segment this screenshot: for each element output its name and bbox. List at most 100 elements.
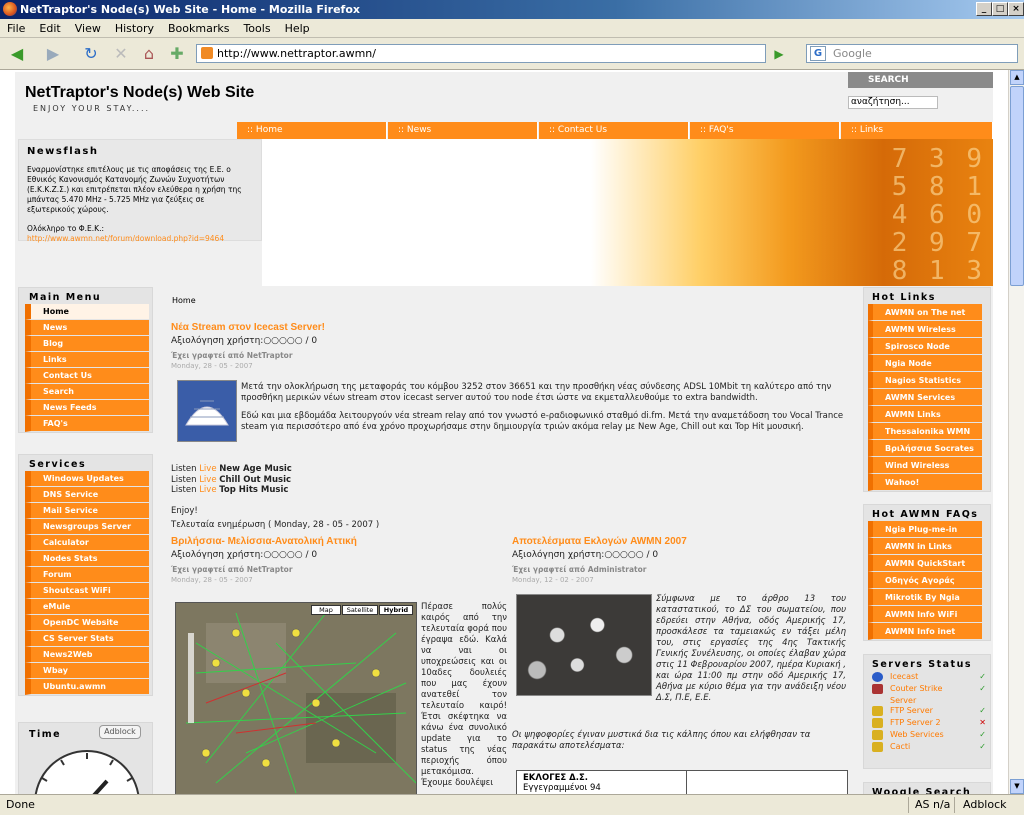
scroll-thumb[interactable] [1010,86,1024,286]
map-button-satellite[interactable]: Satellite [342,605,378,615]
reload-icon[interactable]: ↻ [80,44,102,64]
server-row[interactable]: Couter Strike Server ✓ [868,683,986,705]
menu-item-search[interactable]: Search [25,384,149,400]
maximize-button[interactable]: □ [992,2,1008,16]
faq-item[interactable]: Ngia Plug-me-in [868,521,982,538]
menu-file[interactable]: File [0,19,32,38]
service-item[interactable]: DNS Service [25,487,149,503]
menu-bookmarks[interactable]: Bookmarks [161,19,236,38]
topnav-news[interactable]: :: News [388,122,538,139]
post-title[interactable]: Νέα Stream στον Icecast Server! [171,322,851,333]
faq-item[interactable]: AWMN Info inet [868,623,982,640]
hot-link-item[interactable]: AWMN Wireless [868,321,982,338]
hot-link-item[interactable]: AWMN on The net [868,304,982,321]
stream-link[interactable]: Chill Out Music [219,475,291,485]
service-item[interactable]: Nodes Stats [25,551,149,567]
stream-link[interactable]: New Age Music [219,464,292,474]
post-rating[interactable]: Αξιολόγηση χρήστη:○○○○○ / 0 [171,336,851,346]
service-item[interactable]: Calculator [25,535,149,551]
close-button[interactable]: × [1008,2,1024,16]
topnav-faqs[interactable]: :: FAQ's [690,122,840,139]
hot-link-item[interactable]: AWMN Links [868,406,982,423]
faq-item[interactable]: AWMN in Links [868,538,982,555]
adblock-tab[interactable]: Adblock [99,725,141,739]
post-title[interactable]: Αποτελέσματα Εκλογών AWMN 2007 [512,536,852,547]
hot-link-item[interactable]: Nagios Statistics [868,372,982,389]
page-scrollbar[interactable]: ▲ ▼ [1008,70,1024,794]
faq-item[interactable]: Οδηγός Αγοράς [868,572,982,589]
service-item[interactable]: Mail Service [25,503,149,519]
post-title[interactable]: Βριλήσσια- Μελίσσια-Ανατολική Αττική [171,536,501,547]
menu-item-news[interactable]: News [25,320,149,336]
faq-item[interactable]: Mikrotik By Ngia [868,589,982,606]
service-item[interactable]: CS Server Stats [25,631,149,647]
hot-link-item[interactable]: Spirosco Node [868,338,982,355]
table-row: Εγγεγραμμένοι 94 [523,783,601,793]
service-item[interactable]: eMule [25,599,149,615]
service-item[interactable]: Ubuntu.awmn [25,679,149,695]
hot-link-item[interactable]: Wind Wireless [868,457,982,474]
post-rating[interactable]: Αξιολόγηση χρήστη:○○○○○ / 0 [171,550,501,560]
server-row[interactable]: FTP Server ✓ [868,705,986,717]
home-icon[interactable]: ⌂ [138,44,160,64]
hot-link-item[interactable]: Ngia Node [868,355,982,372]
service-item[interactable]: Wbay [25,663,149,679]
services-title: Services [29,459,87,470]
menu-view[interactable]: View [68,19,108,38]
status-ok-icon: ✓ [979,730,986,739]
back-icon[interactable]: ◀ [6,44,28,64]
menu-item-faqs[interactable]: FAQ's [25,416,149,432]
bookmark-add-icon[interactable]: ✚ [166,44,188,64]
service-item[interactable]: OpenDC Website [25,615,149,631]
stop-icon[interactable]: ✕ [110,44,132,64]
menu-item-contact[interactable]: Contact Us [25,368,149,384]
live-link[interactable]: Live [199,475,216,485]
google-icon[interactable]: G [810,46,826,61]
service-item[interactable]: Windows Updates [25,471,149,487]
menu-item-home[interactable]: Home [25,304,149,320]
live-link[interactable]: Live [199,485,216,495]
hot-link-item[interactable]: Βριλήσσια Socrates [868,440,982,457]
menu-item-blog[interactable]: Blog [25,336,149,352]
map-button-map[interactable]: Map [311,605,341,615]
server-row[interactable]: Web Services ✓ [868,729,986,741]
service-item[interactable]: Newsgroups Server [25,519,149,535]
scroll-down-icon[interactable]: ▼ [1010,779,1024,794]
site-search-input[interactable]: αναζήτηση... [848,96,938,109]
topnav-contact[interactable]: :: Contact Us [539,122,689,139]
server-row[interactable]: Icecast ✓ [868,671,986,683]
server-row[interactable]: FTP Server 2 ✕ [868,717,986,729]
status-adblock[interactable]: Adblock [954,797,1015,813]
faq-item[interactable]: AWMN Info WiFi [868,606,982,623]
topnav-home[interactable]: :: Home [237,122,387,139]
service-item[interactable]: News2Web [25,647,149,663]
faq-item[interactable]: AWMN QuickStart [868,555,982,572]
topnav-links[interactable]: :: Links [841,122,993,139]
forward-icon[interactable]: ▶ [42,44,64,64]
satellite-map[interactable]: Map Satellite Hybrid [175,602,417,794]
go-icon[interactable]: ▶ [768,44,790,64]
newsflash-link[interactable]: http://www.awmn.net/forum/download.php?i… [27,234,253,244]
live-link[interactable]: Live [199,464,216,474]
map-button-hybrid[interactable]: Hybrid [379,605,413,615]
post-rating[interactable]: Αξιολόγηση χρήστη:○○○○○ / 0 [512,550,852,560]
service-item[interactable]: Shoutcast WiFi [25,583,149,599]
post-elections: Αποτελέσματα Εκλογών AWMN 2007 Αξιολόγησ… [512,536,852,794]
hot-link-item[interactable]: Thessalonika WMN [868,423,982,440]
menu-item-links[interactable]: Links [25,352,149,368]
url-input[interactable]: http://www.nettraptor.awmn/ [196,44,766,63]
stream-link[interactable]: Top Hits Music [219,485,288,495]
menu-tools[interactable]: Tools [236,19,277,38]
scroll-up-icon[interactable]: ▲ [1010,70,1024,85]
menu-item-newsfeeds[interactable]: News Feeds [25,400,149,416]
hot-link-item[interactable]: AWMN Services [868,389,982,406]
minimize-button[interactable]: _ [976,2,992,16]
menu-edit[interactable]: Edit [32,19,67,38]
server-row[interactable]: Cacti ✓ [868,741,986,753]
search-input[interactable]: G Google [806,44,1018,63]
service-item[interactable]: Forum [25,567,149,583]
menu-history[interactable]: History [108,19,161,38]
post-date: Monday, 12 - 02 - 2007 [512,576,594,584]
hot-link-item[interactable]: Wahoo! [868,474,982,491]
menu-help[interactable]: Help [278,19,317,38]
